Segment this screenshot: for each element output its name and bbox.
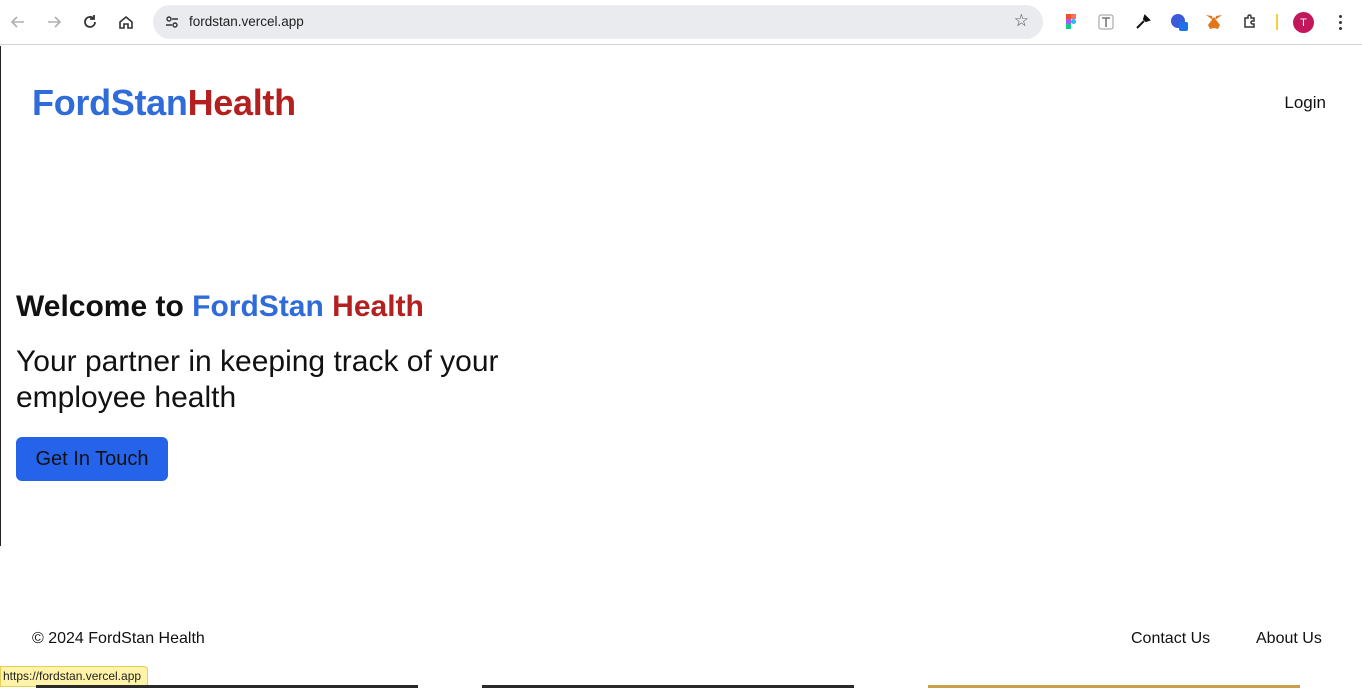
copyright-text: © 2024 FordStan Health — [32, 630, 205, 647]
url-text[interactable]: fordstan.vercel.app — [189, 14, 304, 29]
forward-icon[interactable] — [41, 9, 67, 35]
reload-icon[interactable] — [77, 9, 103, 35]
eyedropper-icon[interactable] — [1132, 11, 1154, 33]
page-viewport: FordStanHealth Login Welcome to FordStan… — [0, 46, 1362, 688]
get-in-touch-button[interactable]: Get In Touch — [16, 437, 168, 481]
logo-health: Health — [187, 82, 297, 123]
bookmark-star-icon[interactable]: ☆ — [1014, 11, 1029, 31]
site-settings-icon[interactable] — [161, 11, 183, 33]
status-bar-url: https://fordstan.vercel.app — [0, 666, 149, 687]
browser-toolbar: fordstan.vercel.app ☆ T — [0, 0, 1362, 45]
welcome-brand-health: Health — [332, 290, 424, 323]
address-bar[interactable]: fordstan.vercel.app ☆ — [153, 5, 1043, 39]
metamask-fox-icon[interactable] — [1203, 11, 1225, 33]
login-link[interactable]: Login — [1284, 93, 1326, 113]
about-us-link[interactable]: About Us — [1256, 630, 1322, 648]
extension-figma-icon[interactable] — [1060, 11, 1082, 33]
profile-avatar[interactable]: T — [1293, 12, 1314, 33]
hero-tagline: Your partner in keeping track of your em… — [16, 345, 499, 414]
logo-fordstan: FordStan — [32, 82, 188, 123]
extension-icon[interactable] — [1239, 11, 1261, 33]
extension-blue-icon[interactable] — [1168, 11, 1190, 33]
home-icon[interactable] — [113, 9, 139, 35]
welcome-prefix: Welcome to — [16, 290, 193, 323]
extension-text-icon[interactable] — [1095, 11, 1117, 33]
contact-us-link[interactable]: Contact Us — [1131, 630, 1210, 648]
toolbar-divider — [1276, 14, 1278, 30]
back-icon[interactable] — [5, 9, 31, 35]
kebab-menu-icon[interactable] — [1330, 9, 1350, 35]
left-edge-line — [0, 46, 1, 546]
welcome-brand-fordstan: FordStan — [192, 290, 324, 323]
site-logo[interactable]: FordStanHealth — [32, 82, 296, 124]
hero-heading: Welcome to FordStan Health — [16, 290, 424, 324]
